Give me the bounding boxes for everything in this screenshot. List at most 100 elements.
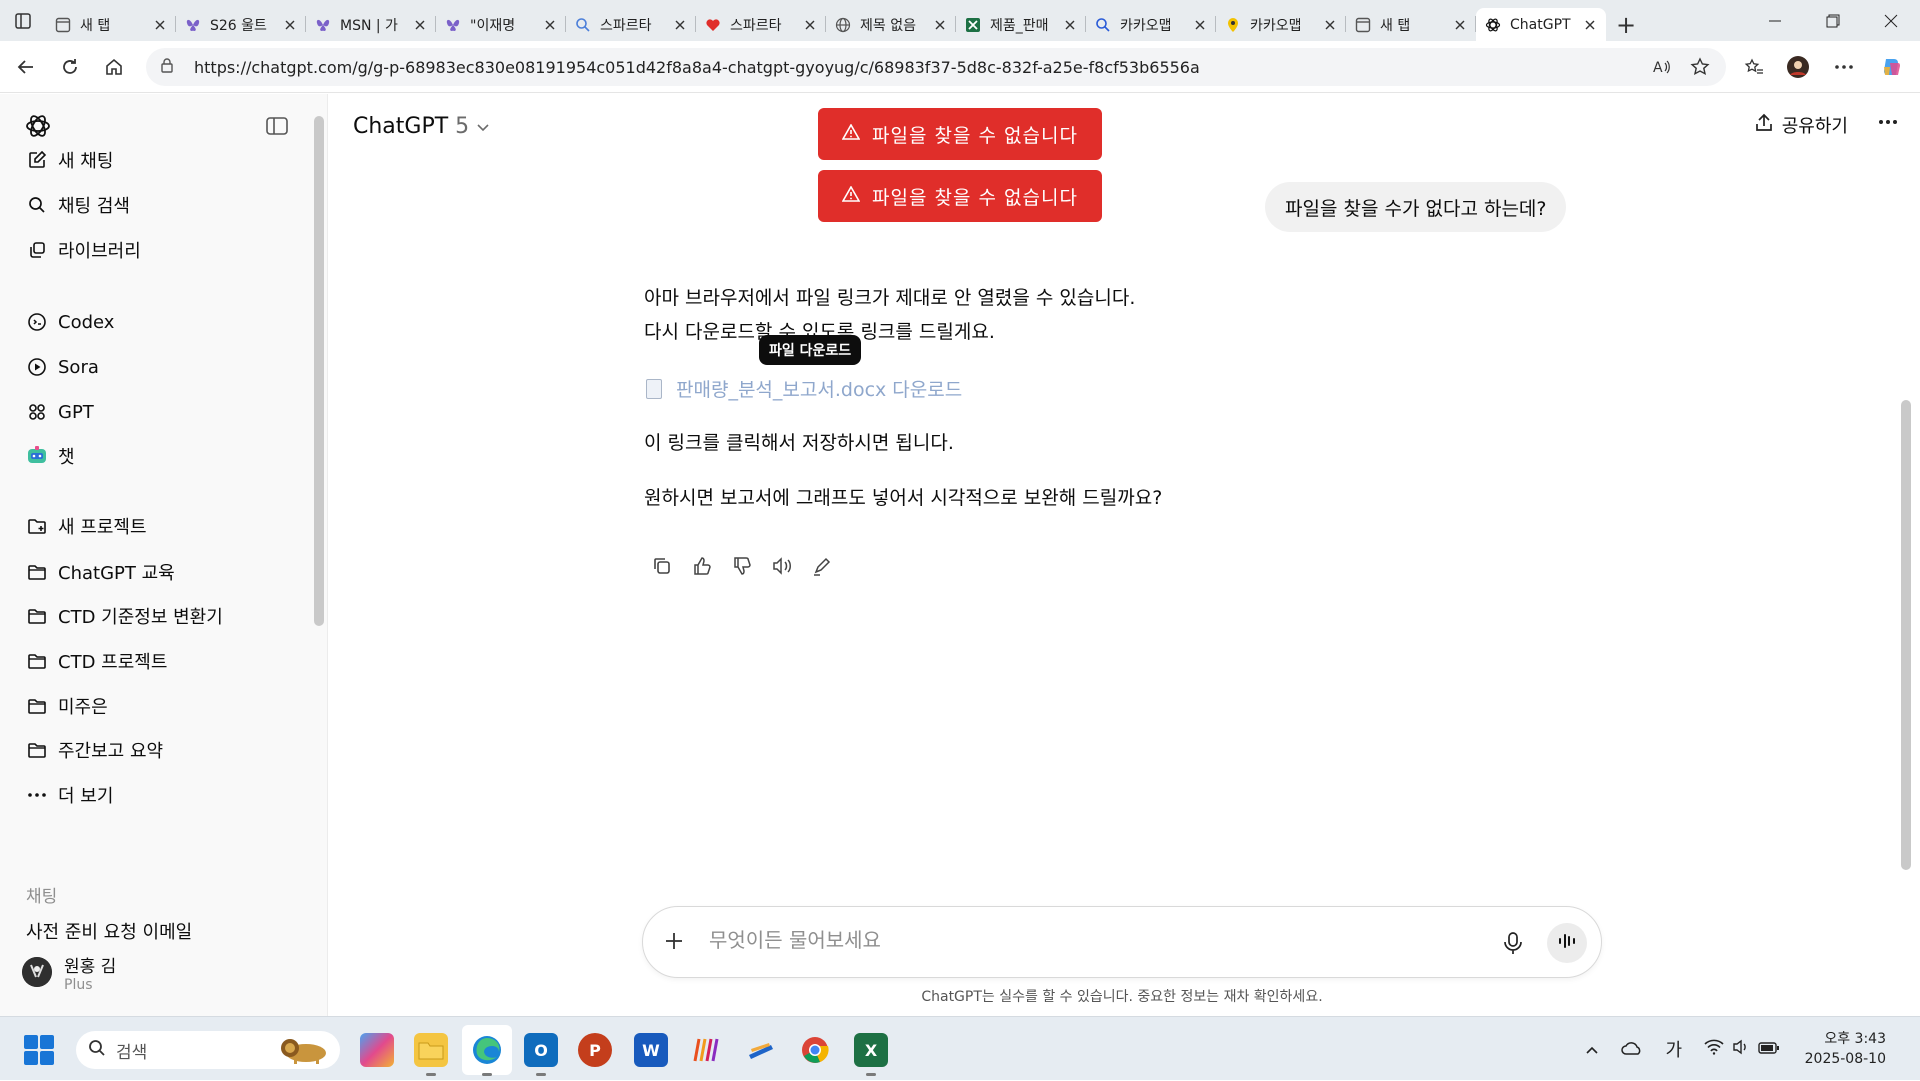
browser-tab[interactable]: "이재명 [436, 8, 566, 41]
settings-more-icon[interactable] [1828, 51, 1860, 83]
close-window-icon[interactable] [1862, 0, 1920, 41]
copy-icon[interactable] [642, 548, 682, 584]
user-profile[interactable]: 원홍 김 Plus [0, 940, 316, 1004]
wifi-icon[interactable] [1704, 1039, 1724, 1059]
browser-tab[interactable]: 새 탭 [46, 8, 176, 41]
sidebar-nav-item[interactable]: 라이브러리 [26, 232, 141, 268]
sidebar-project-item[interactable]: 새 프로젝트 [26, 508, 147, 544]
sidebar-chat-item[interactable]: 사전 준비 요청 이메일 [26, 918, 192, 940]
sidebar-project-item[interactable]: 주간보고 요약 [26, 732, 163, 768]
close-tab-icon[interactable] [932, 15, 948, 34]
new-tab-button[interactable]: + [1606, 8, 1646, 41]
sidebar-nav-item[interactable]: 채팅 검색 [26, 187, 130, 223]
browser-tab[interactable]: 스파르타 [696, 8, 826, 41]
sidebar-nav-item[interactable]: 새 채팅 [26, 142, 113, 178]
favorites-list-icon[interactable] [1738, 51, 1770, 83]
back-icon[interactable] [4, 45, 48, 89]
sidebar-app-item[interactable]: Codex [26, 304, 114, 340]
sidebar-project-item[interactable]: ChatGPT 교육 [26, 554, 175, 590]
tray-overflow-chevron-icon[interactable] [1585, 1040, 1599, 1059]
profile-avatar-icon[interactable] [1782, 51, 1814, 83]
prompt-input[interactable] [707, 927, 1407, 953]
close-tab-icon[interactable] [1062, 15, 1078, 34]
windows-start-icon[interactable] [24, 1035, 54, 1065]
outlook-icon[interactable]: O [524, 1033, 558, 1076]
chat-scrollbar[interactable] [1901, 400, 1911, 870]
close-tab-icon[interactable] [1452, 15, 1468, 34]
browser-tab[interactable]: 카카오맵 [1216, 8, 1346, 41]
close-tab-icon[interactable] [1192, 15, 1208, 34]
browser-tab[interactable]: 제목 없음 [826, 8, 956, 41]
lock-icon[interactable] [160, 57, 180, 77]
minimize-icon[interactable] [1746, 0, 1804, 41]
browser-tab[interactable]: S26 울트 [176, 8, 306, 41]
copilot-app-icon[interactable] [360, 1033, 394, 1067]
openai-logo-icon[interactable] [24, 112, 52, 144]
close-tab-icon[interactable] [152, 15, 168, 34]
tab-actions-icon[interactable] [0, 0, 46, 41]
restore-icon[interactable] [1804, 0, 1862, 41]
sidebar-app-item[interactable]: GPT [26, 394, 94, 430]
map-pin-icon [1224, 16, 1242, 34]
sidebar-project-item[interactable]: 미주은 [26, 688, 108, 724]
address-bar[interactable]: https://chatgpt.com/g/g-p-68983ec830e081… [146, 48, 1726, 86]
sidebar-project-item[interactable]: 더 보기 [26, 777, 113, 813]
taskbar-search[interactable]: 검색 [76, 1031, 340, 1069]
read-aloud-icon[interactable] [762, 548, 802, 584]
edge-browser-icon[interactable] [470, 1033, 504, 1076]
browser-tab[interactable]: 새 탭 [1346, 8, 1476, 41]
read-aloud-icon[interactable]: A [1646, 51, 1678, 83]
word-icon[interactable]: W [634, 1033, 668, 1067]
volume-icon[interactable] [1732, 1039, 1750, 1059]
browser-tab-label: 스파르타 [600, 17, 652, 34]
sidebar-app-item[interactable]: Sora [26, 349, 99, 385]
copilot-icon[interactable] [1876, 51, 1908, 83]
excel-icon[interactable]: X [854, 1033, 888, 1076]
browser-tab[interactable]: 스파르타 [566, 8, 696, 41]
close-tab-icon[interactable] [542, 15, 558, 34]
microphone-icon[interactable] [1497, 927, 1529, 959]
close-tab-icon[interactable] [1322, 15, 1338, 34]
browser-tab[interactable]: 제품_판매 [956, 8, 1086, 41]
thumbs-up-icon[interactable] [682, 548, 722, 584]
sidebar-project-item[interactable]: CTD 프로젝트 [26, 643, 167, 679]
refresh-icon[interactable] [48, 45, 92, 89]
add-attachment-icon[interactable] [663, 926, 685, 959]
ime-indicator[interactable]: 가 [1665, 1036, 1682, 1062]
edit-in-canvas-icon[interactable] [802, 548, 842, 584]
file-explorer-icon[interactable] [414, 1033, 448, 1076]
app-stripes-icon[interactable] [688, 1033, 722, 1067]
model-selector[interactable]: ChatGPT 5 [353, 114, 490, 139]
browser-tab[interactable]: 카카오맵 [1086, 8, 1216, 41]
chrome-icon[interactable] [798, 1033, 832, 1067]
browser-tab[interactable]: MSN | 가 [306, 8, 436, 41]
close-tab-icon[interactable] [802, 15, 818, 34]
close-tab-icon[interactable] [672, 15, 688, 34]
search-icon [26, 194, 48, 216]
clock[interactable]: 오후 3:43 2025-08-10 [1805, 1029, 1886, 1069]
voice-mode-button[interactable] [1547, 923, 1587, 963]
thumbs-down-icon[interactable] [722, 548, 762, 584]
file-download-link[interactable]: 판매량_분석_보고서.docx 다운로드 [646, 375, 962, 402]
heart-icon [704, 16, 722, 34]
svg-text:A: A [1653, 60, 1663, 76]
sidebar-toggle-icon[interactable] [266, 116, 288, 140]
close-tab-icon[interactable] [412, 15, 428, 34]
powerpoint-icon[interactable]: P [578, 1033, 612, 1067]
favorite-star-icon[interactable] [1684, 51, 1716, 83]
share-button[interactable]: 공유하기 [1754, 112, 1848, 138]
app-slash-icon[interactable] [744, 1033, 778, 1067]
browser-tab-label: ChatGPT [1510, 16, 1571, 33]
battery-icon[interactable] [1758, 1040, 1780, 1059]
close-tab-icon[interactable] [282, 15, 298, 34]
sidebar-scrollbar[interactable] [314, 116, 324, 626]
conversation-options-icon[interactable] [1878, 106, 1898, 131]
close-tab-icon[interactable] [1582, 15, 1598, 34]
toast-text: 파일을 찾을 수 없습니다 [872, 124, 1078, 147]
browser-tab[interactable]: ChatGPT [1476, 8, 1606, 41]
sidebar-app-item[interactable]: 챗 [26, 438, 75, 474]
onedrive-cloud-icon[interactable] [1621, 1040, 1643, 1059]
disclaimer: ChatGPT는 실수를 할 수 있습니다. 중요한 정보는 재차 확인하세요. [921, 989, 1323, 1005]
home-icon[interactable] [92, 45, 136, 89]
sidebar-project-item[interactable]: CTD 기준정보 변환기 [26, 598, 223, 634]
